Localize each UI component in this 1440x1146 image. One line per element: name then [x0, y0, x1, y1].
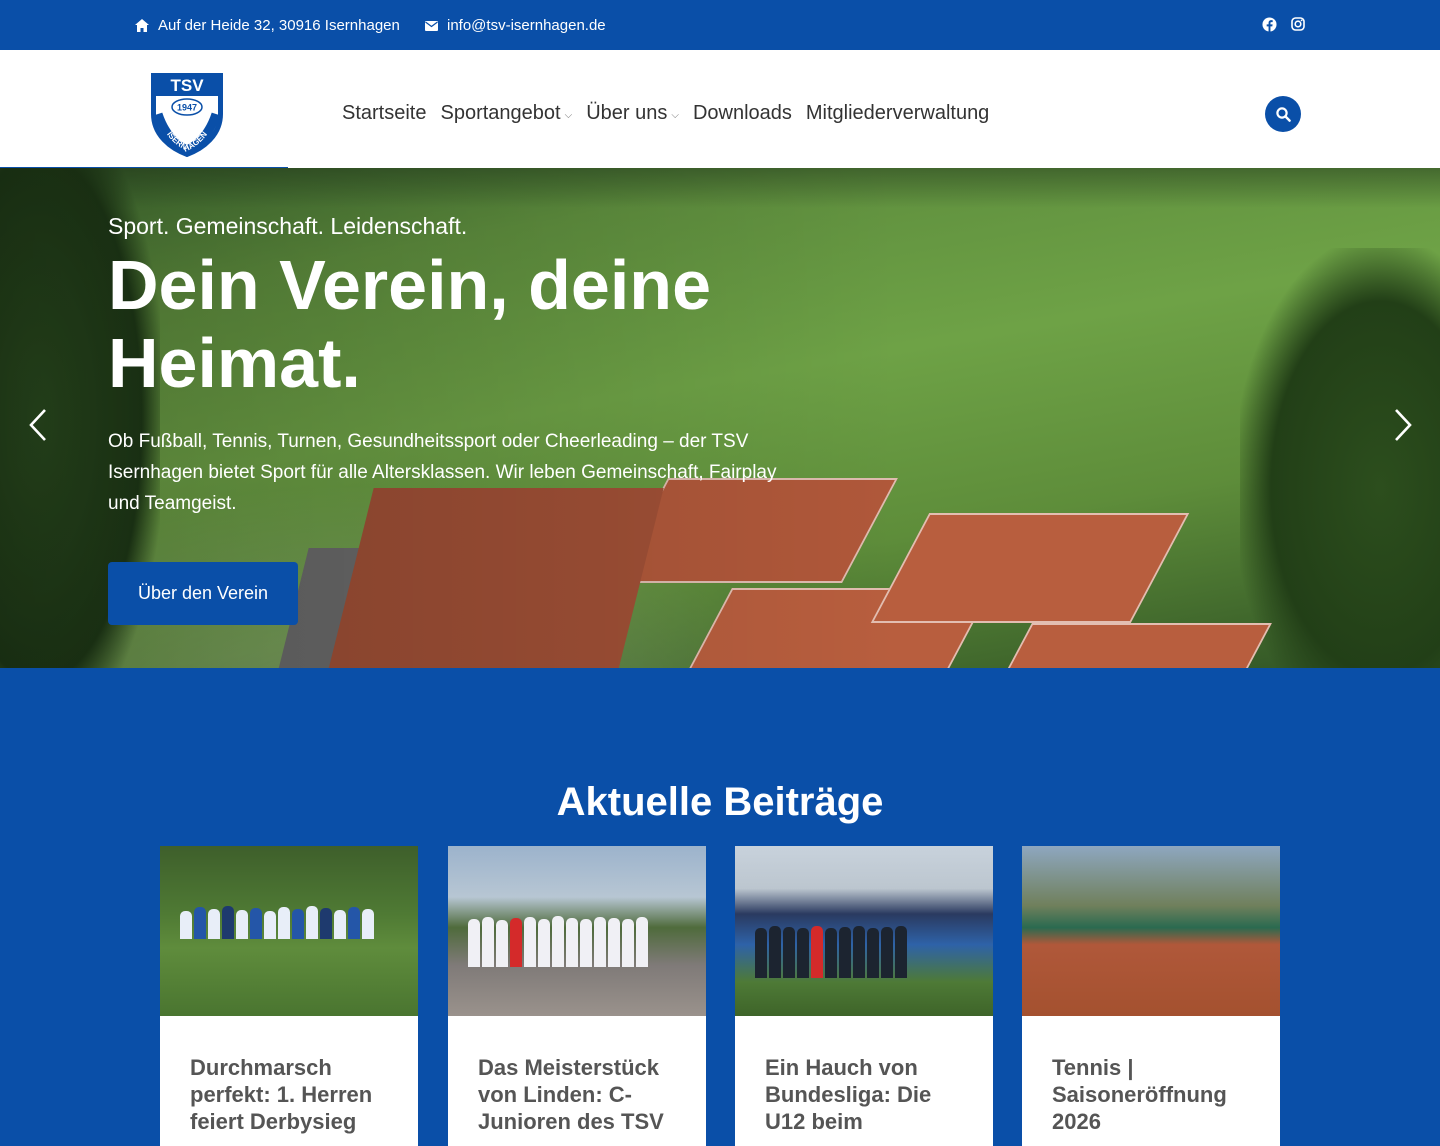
recent-posts-section: Aktuelle Beiträge Durchmarsch perfekt: 1…	[0, 668, 1440, 1146]
chevron-right-icon	[1395, 409, 1412, 441]
post-image	[160, 846, 418, 1016]
nav-label: Über uns	[586, 102, 668, 124]
address-text: Auf der Heide 32, 30916 Isernhagen	[158, 17, 400, 34]
hero-slider: Sport. Gemeinschaft. Leidenschaft. Dein …	[0, 168, 1440, 668]
logo-year-text: 1947	[177, 103, 197, 113]
nav-item-ueber-uns[interactable]: Über uns ⌵	[586, 102, 679, 125]
club-logo[interactable]: TSV 1947 ISERNHAGEN	[148, 70, 226, 158]
search-button[interactable]	[1265, 96, 1301, 132]
hero-bg-trees	[1240, 248, 1440, 668]
hero-bg-court	[968, 623, 1272, 668]
search-icon	[1275, 106, 1291, 122]
nav-label: Mitgliederverwaltung	[805, 102, 990, 124]
logo-tsv-text: TSV	[170, 76, 204, 95]
hero-bg-court	[870, 513, 1190, 623]
chevron-down-icon: ⌵	[564, 110, 573, 121]
chevron-left-icon	[29, 409, 46, 441]
nav-item-downloads[interactable]: Downloads	[693, 102, 792, 125]
chevron-down-icon: ⌵	[671, 110, 679, 121]
nav-label: Sportangebot	[440, 102, 561, 124]
envelope-icon	[425, 20, 438, 31]
post-card[interactable]: Durchmarsch perfekt: 1. Herren feiert De…	[160, 846, 418, 1146]
slider-next-arrow[interactable]	[1393, 408, 1413, 447]
nav-label: Downloads	[692, 102, 792, 124]
nav-item-mitgliederverwaltung[interactable]: Mitgliederverwaltung	[806, 102, 989, 125]
email-info[interactable]: info@tsv-isernhagen.de	[425, 17, 606, 34]
social-links	[1262, 17, 1305, 32]
main-nav: Startseite Sportangebot ⌵ Über uns ⌵ Downl…	[342, 102, 989, 125]
slider-prev-arrow[interactable]	[28, 408, 48, 447]
post-card[interactable]: Das Meisterstück von Linden: C-Junioren …	[448, 846, 706, 1146]
post-card[interactable]: Tennis | Saisoneröffnung 2026	[1022, 846, 1280, 1146]
nav-item-sportangebot[interactable]: Sportangebot ⌵	[440, 102, 572, 125]
hero-tagline: Sport. Gemeinschaft. Leidenschaft.	[108, 213, 468, 239]
nav-item-startseite[interactable]: Startseite	[342, 102, 426, 125]
post-image	[448, 846, 706, 1016]
about-club-button[interactable]: Über den Verein	[108, 562, 298, 625]
post-image	[735, 846, 993, 1016]
address-info: Auf der Heide 32, 30916 Isernhagen	[135, 17, 400, 34]
nav-label: Startseite	[342, 102, 427, 124]
hero-description: Ob Fußball, Tennis, Turnen, Gesundheitss…	[108, 431, 777, 514]
post-card[interactable]: Ein Hauch von Bundesliga: Die U12 beim	[735, 846, 993, 1146]
instagram-icon[interactable]	[1291, 17, 1305, 31]
email-link[interactable]: info@tsv-isernhagen.de	[447, 17, 606, 34]
home-icon	[135, 19, 149, 32]
post-image	[1022, 846, 1280, 1016]
site-header: TSV 1947 ISERNHAGEN Startseite Sportange…	[0, 50, 1440, 173]
facebook-icon[interactable]	[1262, 17, 1277, 32]
section-heading: Aktuelle Beiträge	[556, 780, 884, 824]
top-bar: Auf der Heide 32, 30916 Isernhagen info@…	[0, 0, 1440, 50]
hero-headline: Dein Verein, deine Heimat.	[108, 246, 711, 402]
